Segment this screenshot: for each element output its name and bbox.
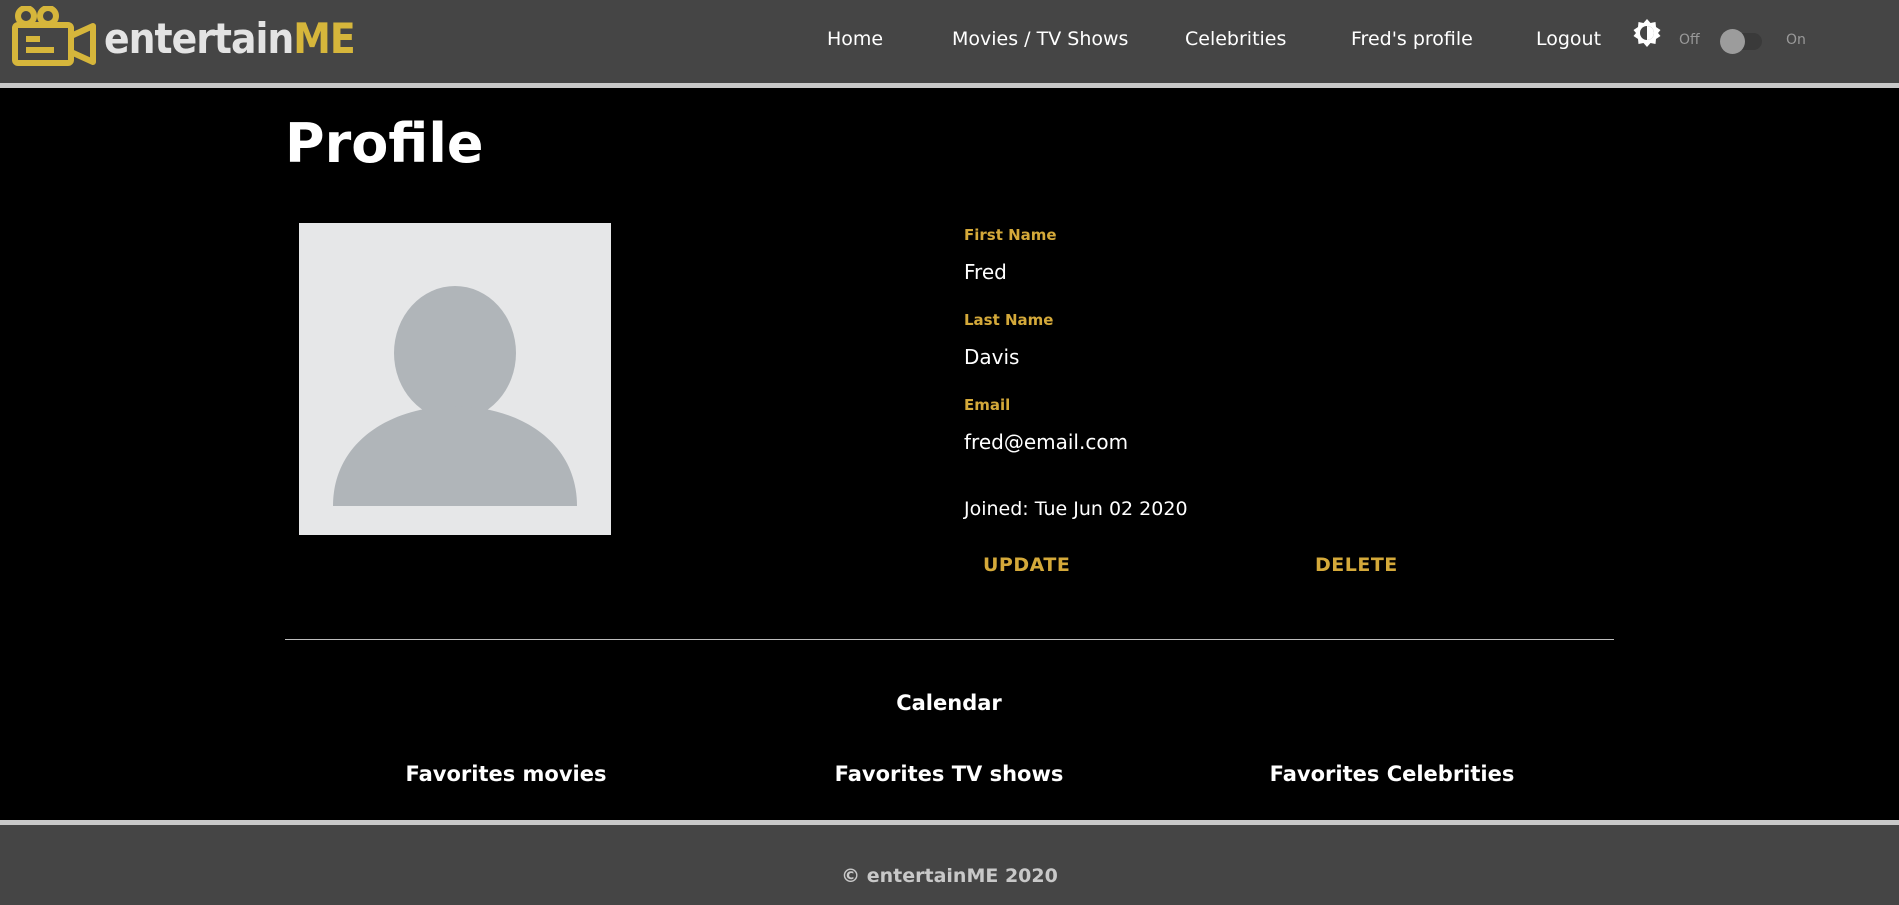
camera-icon	[12, 6, 96, 66]
user-placeholder-icon	[333, 286, 577, 506]
last-name-label: Last Name	[964, 311, 1054, 329]
theme-toggle-on-label: On	[1786, 32, 1806, 48]
brightness-icon[interactable]	[1632, 18, 1662, 48]
joined-date: Joined: Tue Jun 02 2020	[964, 498, 1188, 520]
nav-celebrities[interactable]: Celebrities	[1185, 28, 1286, 50]
delete-button[interactable]: DELETE	[1315, 554, 1398, 576]
page-title: Profile	[285, 112, 484, 175]
calendar-link[interactable]: Calendar	[896, 691, 1002, 715]
favorites-celebrities-link[interactable]: Favorites Celebrities	[1270, 762, 1515, 786]
email-label: Email	[964, 396, 1011, 414]
favorites-movies-link[interactable]: Favorites movies	[406, 762, 607, 786]
section-divider	[285, 639, 1614, 640]
theme-toggle-off-label: Off	[1679, 32, 1700, 48]
nav-home[interactable]: Home	[827, 28, 883, 50]
avatar	[299, 223, 611, 535]
brand-name-part1: entertain	[104, 13, 294, 63]
first-name-value: Fred	[964, 260, 1007, 284]
brand-name: entertainME	[104, 13, 356, 63]
last-name-value: Davis	[964, 345, 1020, 369]
footer: © entertainME 2020	[0, 820, 1899, 905]
email-value: fred@email.com	[964, 430, 1129, 454]
nav-movies-tv[interactable]: Movies / TV Shows	[952, 28, 1128, 50]
favorites-tv-link[interactable]: Favorites TV shows	[835, 762, 1064, 786]
footer-copyright: © entertainME 2020	[841, 865, 1058, 887]
top-navbar: entertainME Home Movies / TV Shows Celeb…	[0, 0, 1899, 88]
nav-profile[interactable]: Fred's profile	[1351, 28, 1473, 50]
brand-logo[interactable]: entertainME	[12, 6, 356, 70]
nav-logout[interactable]: Logout	[1536, 28, 1601, 50]
theme-toggle-knob[interactable]	[1720, 29, 1745, 54]
update-button[interactable]: UPDATE	[983, 554, 1070, 576]
first-name-label: First Name	[964, 226, 1057, 244]
brand-name-part2: ME	[293, 13, 355, 63]
